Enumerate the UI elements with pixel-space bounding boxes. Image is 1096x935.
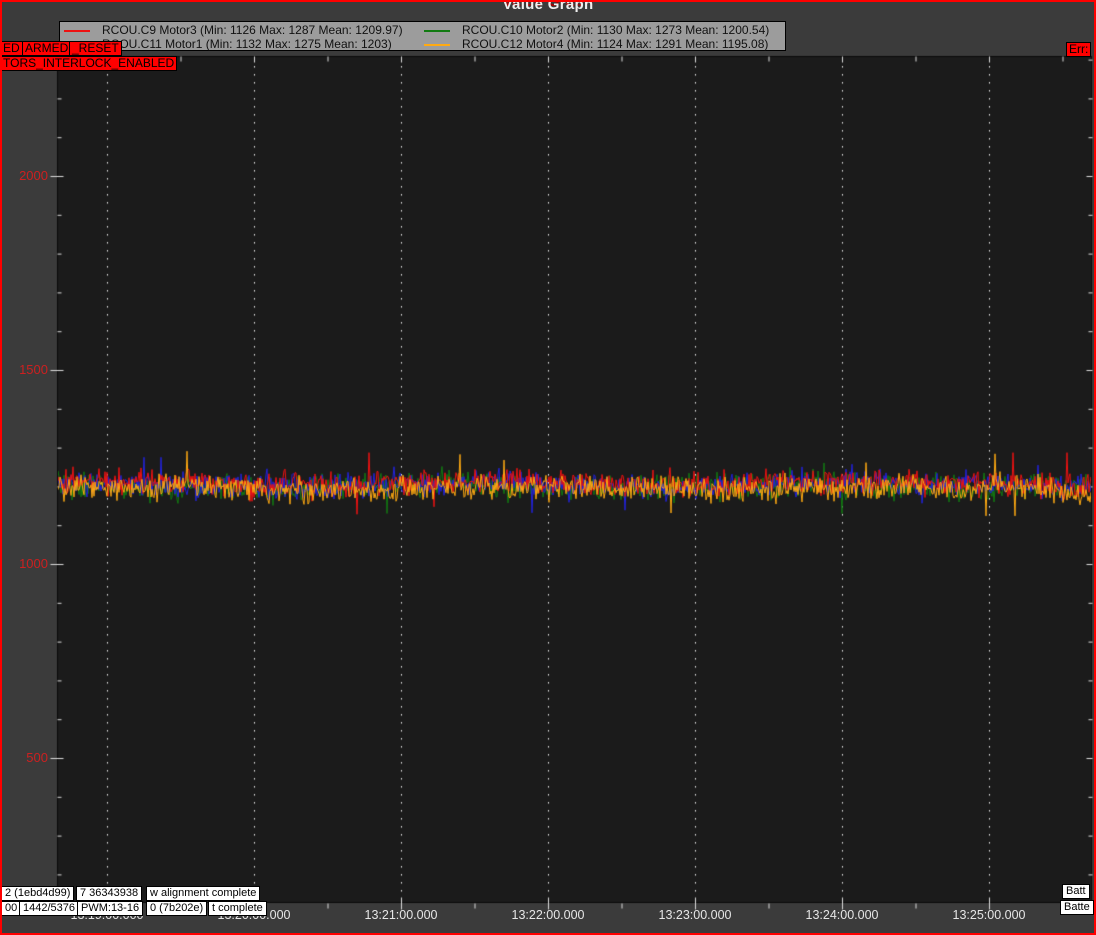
value-graph-window: Value Graph RCOU.C9 Motor3 (Min: 1126 Ma… [0,0,1096,935]
legend-label: RCOU.C12 Motor4 (Min: 1124 Max: 1291 Mea… [462,37,769,51]
y-tick-label: 500 [26,750,48,765]
event-flag: ED [0,41,23,56]
x-tick-label: 13:23:00.000 [658,908,732,922]
y-tick-label: 1000 [19,556,48,571]
legend-label: RCOU.C10 Motor2 (Min: 1130 Max: 1273 Mea… [462,23,770,37]
event-flag: Err: [1066,42,1092,57]
x-tick-label: 13:25:00.000 [952,908,1026,922]
legend-swatch-rcou-c10-motor2 [424,29,450,32]
legend-label: RCOU.C9 Motor3 (Min: 1126 Max: 1287 Mean… [102,23,403,37]
log-message-box: Batt [1062,884,1090,899]
log-message-box: PWM:13-16 [77,901,144,916]
legend-entry: RCOU.C10 Motor2 (Min: 1130 Max: 1273 Mea… [424,24,769,37]
x-tick-label: 13:22:00.000 [511,908,585,922]
log-message-box: 7 36343938 [76,886,143,901]
event-flag: TORS_INTERLOCK_ENABLED [0,56,178,71]
window-title: Value Graph [502,0,594,13]
log-message-box: 1442/5376 [19,901,79,916]
log-message-box: 2 (1ebd4d99) [1,886,75,901]
legend: RCOU.C9 Motor3 (Min: 1126 Max: 1287 Mean… [59,21,786,51]
log-message-box: w alignment complete [146,886,261,901]
legend-swatch-rcou-c9-motor3 [64,29,90,32]
legend-entry: RCOU.C12 Motor4 (Min: 1124 Max: 1291 Mea… [424,38,768,51]
x-tick-label: 13:21:00.000 [364,908,438,922]
log-message-box: Batte [1060,900,1094,915]
plot-area[interactable] [0,0,1096,935]
log-message-box: t complete [208,901,267,916]
y-tick-label: 1500 [19,362,48,377]
legend-label: RCOU.C11 Motor1 (Min: 1132 Max: 1275 Mea… [102,37,392,51]
x-tick-label: 13:24:00.000 [805,908,879,922]
legend-swatch-rcou-c12-motor4 [424,43,450,46]
log-message-box: 0 (7b202e) [146,901,208,916]
event-flag: ARMED [22,41,72,56]
event-flag: _RESET [69,41,122,56]
y-tick-label: 2000 [19,168,48,183]
legend-entry: RCOU.C9 Motor3 (Min: 1126 Max: 1287 Mean… [64,24,403,37]
